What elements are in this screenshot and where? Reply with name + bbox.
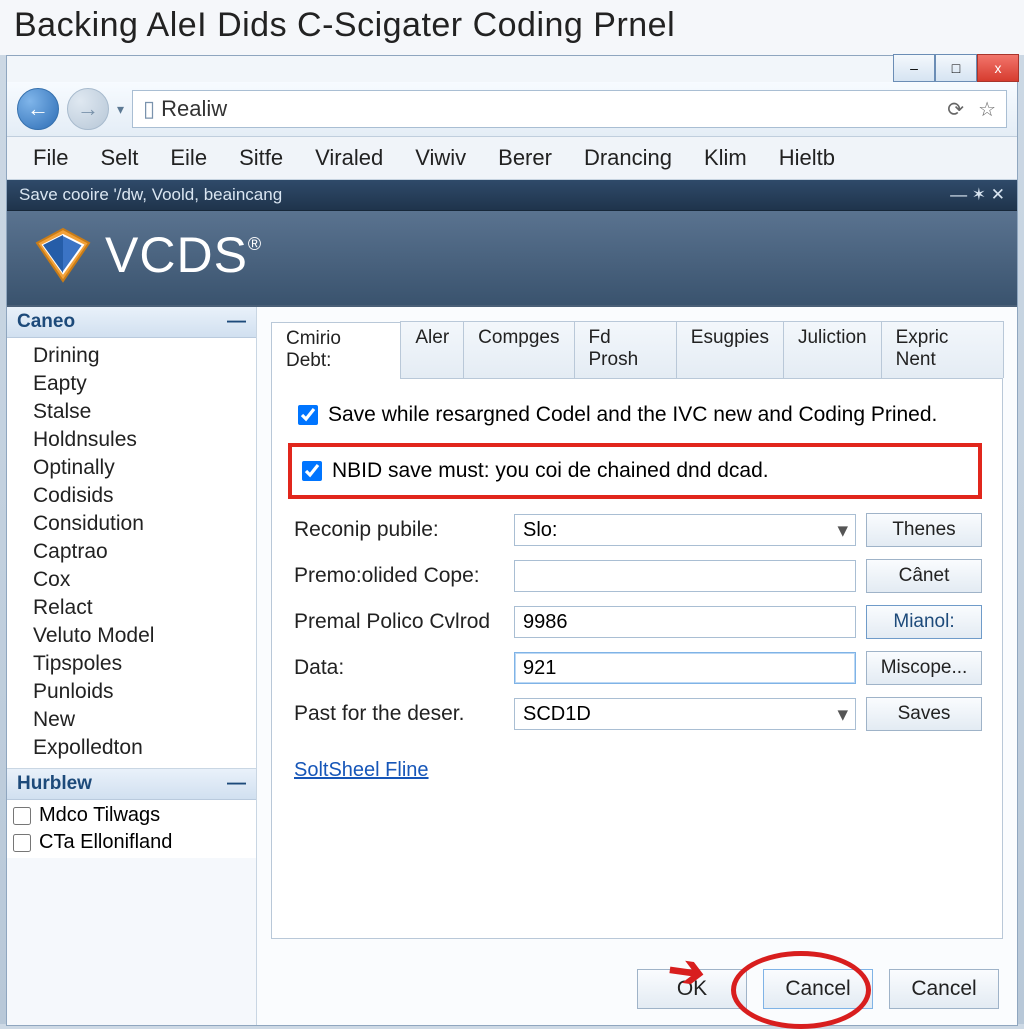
close-button[interactable]: x — [977, 54, 1019, 82]
sidebar-item[interactable]: Veluto Model — [7, 622, 256, 650]
sidebar-hurblew-list: Mdco Tilwags CTa Ellonifland — [7, 800, 256, 858]
sidebar-item[interactable]: Punloids — [7, 678, 256, 706]
window-controls: – □ x — [893, 54, 1019, 82]
sidebar-item[interactable]: Tipspoles — [7, 650, 256, 678]
dialog-footer: OK Cancel Cancel — [257, 969, 1017, 1009]
data-input[interactable] — [514, 652, 856, 684]
checkbox[interactable] — [302, 461, 322, 481]
save-while-checkbox-row[interactable]: Save while resargned Codel and the IVC n… — [294, 397, 982, 433]
tab-fd-prosh[interactable]: Fd Prosh — [574, 321, 677, 378]
menu-viwiv[interactable]: Viwiv — [399, 141, 482, 175]
sidebar-item[interactable]: Relact — [7, 594, 256, 622]
sidebar-caneo-list: Drining Eapty Stalse Holdnsules Optinall… — [7, 338, 256, 769]
file-icon: ▯ — [143, 96, 155, 122]
refresh-icon[interactable]: ⟳ — [947, 97, 964, 122]
canet-button[interactable]: Cânet — [866, 559, 982, 593]
tab-aler[interactable]: Aler — [400, 321, 464, 378]
tab-juliction[interactable]: Juliction — [783, 321, 882, 378]
menu-sitfe[interactable]: Sitfe — [223, 141, 299, 175]
premal-polico-label: Premal Polico Cvlrod — [294, 610, 504, 634]
tab-strip: Cmirio Debt: Aler Compges Fd Prosh Esugp… — [271, 321, 1003, 379]
app-window: – □ x ← → ▾ ▯ Realiw ⟳ ☆ File Selt Eile … — [6, 55, 1018, 1026]
cancel-button-secondary[interactable]: Cancel — [889, 969, 999, 1009]
nbid-save-checkbox-row[interactable]: NBID save must: you coi de chained dnd d… — [298, 453, 972, 489]
tab-expric-nent[interactable]: Expric Nent — [881, 321, 1004, 378]
sidebar-item[interactable]: Eapty — [7, 370, 256, 398]
mianol-button[interactable]: Mianol: — [866, 605, 982, 639]
checkbox[interactable] — [298, 405, 318, 425]
premal-polico-input[interactable] — [514, 606, 856, 638]
back-button[interactable]: ← — [17, 88, 59, 130]
address-text: Realiw — [161, 96, 227, 122]
miscope-button[interactable]: Miscope... — [866, 651, 982, 685]
brand-logo-icon — [33, 225, 93, 285]
checkbox-label: Save while resargned Codel and the IVC n… — [328, 403, 937, 427]
checkbox-label: NBID save must: you coi de chained dnd d… — [332, 459, 769, 483]
collapse-icon[interactable]: — — [227, 311, 246, 333]
brand-header: VCDS® — [7, 211, 1017, 305]
tab-esugpies[interactable]: Esugpies — [676, 321, 784, 378]
tab-cmirio-debt[interactable]: Cmirio Debt: — [271, 322, 401, 379]
highlighted-option: NBID save must: you coi de chained dnd d… — [288, 443, 982, 499]
menu-file[interactable]: File — [17, 141, 84, 175]
sidebar: Caneo — Drining Eapty Stalse Holdnsules … — [7, 307, 257, 1025]
menu-hieltb[interactable]: Hieltb — [763, 141, 851, 175]
tab-content: Save while resargned Codel and the IVC n… — [271, 379, 1003, 939]
cancel-button-primary[interactable]: Cancel — [763, 969, 873, 1009]
page-heading: Backing AleI Dids C-Scigater Coding Prne… — [0, 0, 1024, 55]
sidebar-item[interactable]: Captrao — [7, 538, 256, 566]
past-deser-label: Past for the deser. — [294, 702, 504, 726]
collapse-icon[interactable]: — — [227, 773, 246, 795]
thenes-button[interactable]: Thenes — [866, 513, 982, 547]
checkbox[interactable] — [13, 807, 31, 825]
past-deser-select[interactable] — [514, 698, 856, 730]
settings-form: Reconip pubile: Thenes Premo:olided Cope… — [294, 513, 982, 731]
nav-toolbar: ← → ▾ ▯ Realiw ⟳ ☆ — [7, 82, 1017, 137]
menu-drancing[interactable]: Drancing — [568, 141, 688, 175]
forward-button[interactable]: → — [67, 88, 109, 130]
sidebar-item[interactable]: Optinally — [7, 454, 256, 482]
menu-selt[interactable]: Selt — [84, 141, 154, 175]
sidebar-item[interactable]: Cox — [7, 566, 256, 594]
checkbox[interactable] — [13, 834, 31, 852]
data-label: Data: — [294, 656, 504, 680]
reconip-label: Reconip pubile: — [294, 518, 504, 542]
menu-eile[interactable]: Eile — [154, 141, 223, 175]
sidebar-item[interactable]: Considution — [7, 510, 256, 538]
sidebar-panel-hurblew-header[interactable]: Hurblew — — [7, 769, 256, 800]
reconip-select[interactable] — [514, 514, 856, 546]
sidebar-item[interactable]: Stalse — [7, 398, 256, 426]
minimize-button[interactable]: – — [893, 54, 935, 82]
sidebar-item[interactable]: Codisids — [7, 482, 256, 510]
maximize-button[interactable]: □ — [935, 54, 977, 82]
document-title-controls[interactable]: — ✶ ✕ — [950, 185, 1005, 205]
sidebar-item[interactable]: New — [7, 706, 256, 734]
saves-button[interactable]: Saves — [866, 697, 982, 731]
star-icon[interactable]: ☆ — [978, 97, 996, 122]
sidebar-check-item[interactable]: Mdco Tilwags — [11, 802, 252, 829]
sidebar-item[interactable]: Expolledton — [7, 734, 256, 762]
menu-bar: File Selt Eile Sitfe Viraled Viwiv Berer… — [7, 137, 1017, 180]
address-bar[interactable]: ▯ Realiw ⟳ ☆ — [132, 90, 1007, 128]
premo-cope-input[interactable] — [514, 560, 856, 592]
sidebar-item[interactable]: Holdnsules — [7, 426, 256, 454]
soltsheel-link-row: SoltSheel Fline — [294, 759, 982, 782]
premo-cope-label: Premo:olided Cope: — [294, 564, 504, 588]
menu-klim[interactable]: Klim — [688, 141, 763, 175]
brand-name: VCDS® — [105, 226, 262, 284]
menu-berer[interactable]: Berer — [482, 141, 568, 175]
sidebar-item[interactable]: Drining — [7, 342, 256, 370]
menu-viraled[interactable]: Viraled — [299, 141, 399, 175]
document-title-bar: Save cooire '/dw, Voold, beaincang — ✶ ✕ — [7, 180, 1017, 211]
ok-button[interactable]: OK — [637, 969, 747, 1009]
nav-chevron-icon: ▾ — [117, 101, 124, 118]
soltsheel-link[interactable]: SoltSheel Fline — [294, 759, 429, 781]
main-panel: Cmirio Debt: Aler Compges Fd Prosh Esugp… — [257, 307, 1017, 1025]
sidebar-panel-caneo-header[interactable]: Caneo — — [7, 307, 256, 338]
sidebar-check-item[interactable]: CTa Ellonifland — [11, 829, 252, 856]
document-title: Save cooire '/dw, Voold, beaincang — [19, 185, 282, 205]
tab-compges[interactable]: Compges — [463, 321, 574, 378]
